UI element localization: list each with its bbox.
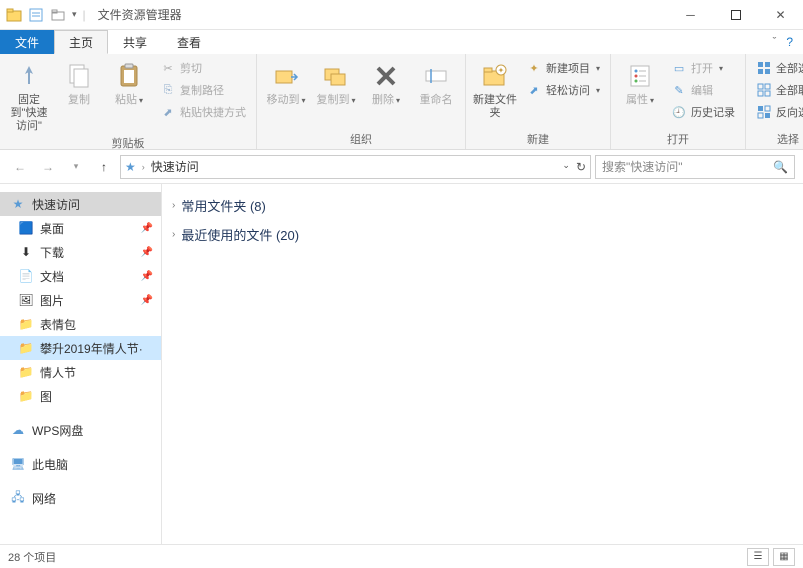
- pasteshortcut-button[interactable]: ⬈粘贴快捷方式: [156, 102, 250, 122]
- main-area: ★ 快速访问 🟦桌面📌⬇下载📌📄文档📌🖼图片📌📁表情包📁攀升2019年情人节·📁…: [0, 184, 803, 544]
- maximize-button[interactable]: [713, 0, 758, 30]
- ribbon: 固定到"快速访问" 复制 粘贴▾ ✂剪切 ⎘复制路径 ⬈粘贴快捷方式 剪贴板 移…: [0, 54, 803, 150]
- ribbon-tabs: 文件 主页 共享 查看 ˇ ?: [0, 30, 803, 54]
- paste-button[interactable]: 粘贴▾: [106, 58, 152, 107]
- moveto-button[interactable]: 移动到▾: [263, 58, 309, 107]
- tab-home[interactable]: 主页: [54, 30, 108, 54]
- group-clipboard: 固定到"快速访问" 复制 粘贴▾ ✂剪切 ⎘复制路径 ⬈粘贴快捷方式 剪贴板: [0, 54, 257, 149]
- folder-icon: 📄: [18, 268, 34, 284]
- tab-view[interactable]: 查看: [162, 30, 216, 54]
- pc-icon: 🖥: [10, 456, 26, 472]
- search-icon[interactable]: 🔍: [773, 160, 788, 174]
- sidebar-item[interactable]: 📄文档📌: [0, 264, 161, 288]
- pin-icon: 📌: [141, 295, 153, 306]
- selectnone-button[interactable]: 全部取消: [752, 80, 803, 100]
- sidebar-item[interactable]: 🟦桌面📌: [0, 216, 161, 240]
- app-icon: [6, 7, 22, 23]
- star-icon: ★: [10, 196, 26, 212]
- address-dropdown-icon[interactable]: ⌄: [562, 160, 570, 174]
- search-input[interactable]: 搜索"快速访问" 🔍: [595, 155, 795, 179]
- sidebar-item[interactable]: 🖼图片📌: [0, 288, 161, 312]
- qat-properties-icon[interactable]: [28, 7, 44, 23]
- copypath-button[interactable]: ⎘复制路径: [156, 80, 250, 100]
- delete-button[interactable]: 删除▾: [363, 58, 409, 107]
- rename-button[interactable]: 重命名: [413, 58, 459, 107]
- ribbon-collapse-icon[interactable]: ˇ: [773, 36, 777, 48]
- sidebar-wps[interactable]: ☁ WPS网盘: [0, 418, 161, 442]
- nav-back-button[interactable]: ←: [8, 155, 32, 179]
- title-bar: ▾ | 文件资源管理器 ─ ✕: [0, 0, 803, 30]
- cut-button[interactable]: ✂剪切: [156, 58, 250, 78]
- address-box[interactable]: ★ › 快速访问 ⌄ ↻: [120, 155, 591, 179]
- group-select: 全部选择 全部取消 反向选择 选择: [746, 54, 803, 149]
- pin-icon: 📌: [141, 271, 153, 282]
- folder-icon: 📁: [18, 340, 34, 356]
- selectall-button[interactable]: 全部选择: [752, 58, 803, 78]
- help-icon[interactable]: ?: [786, 35, 793, 49]
- minimize-button[interactable]: ─: [668, 0, 713, 30]
- folder-icon: 📁: [18, 364, 34, 380]
- quickaccess-star-icon: ★: [125, 160, 136, 174]
- status-item-count: 28 个项目: [8, 549, 56, 565]
- navigation-pane: ★ 快速访问 🟦桌面📌⬇下载📌📄文档📌🖼图片📌📁表情包📁攀升2019年情人节·📁…: [0, 184, 162, 544]
- chevron-right-icon: ›: [172, 229, 175, 240]
- cloud-icon: ☁: [10, 422, 26, 438]
- easyaccess-button[interactable]: ⬈轻松访问▾: [522, 80, 604, 100]
- content-pane: › 常用文件夹 (8) › 最近使用的文件 (20): [162, 184, 803, 544]
- refresh-button[interactable]: ↻: [576, 160, 586, 174]
- folder-icon: 🖼: [18, 292, 34, 308]
- group-new: ✦ 新建文件夹 ✦新建项目▾ ⬈轻松访问▾ 新建: [466, 54, 611, 149]
- sidebar-item[interactable]: 📁情人节: [0, 360, 161, 384]
- sidebar-quickaccess[interactable]: ★ 快速访问: [0, 192, 161, 216]
- close-button[interactable]: ✕: [758, 0, 803, 30]
- status-bar: 28 个项目 ☰ ▦: [0, 544, 803, 568]
- pin-icon: 📌: [141, 247, 153, 258]
- pin-icon: 📌: [141, 223, 153, 234]
- properties-button[interactable]: 属性▾: [617, 58, 663, 107]
- nav-forward-button[interactable]: →: [36, 155, 60, 179]
- open-button[interactable]: ▭打开▾: [667, 58, 739, 78]
- group-recent-files[interactable]: › 最近使用的文件 (20): [172, 225, 793, 244]
- invertselect-button[interactable]: 反向选择: [752, 102, 803, 122]
- nav-recent-dropdown[interactable]: ▾: [64, 155, 88, 179]
- view-icons-button[interactable]: ▦: [773, 548, 795, 566]
- sidebar-network[interactable]: 🖧 网络: [0, 486, 161, 510]
- chevron-right-icon: ›: [172, 200, 175, 211]
- copy-button[interactable]: 复制: [56, 58, 102, 107]
- folder-icon: 📁: [18, 316, 34, 332]
- history-button[interactable]: 🕘历史记录: [667, 102, 739, 122]
- folder-icon: 📁: [18, 388, 34, 404]
- sidebar-item[interactable]: ⬇下载📌: [0, 240, 161, 264]
- nav-up-button[interactable]: ↑: [92, 155, 116, 179]
- group-organize: 移动到▾ 复制到▾ 删除▾ 重命名 组织: [257, 54, 466, 149]
- edit-button[interactable]: ✎编辑: [667, 80, 739, 100]
- qat-dropdown-icon[interactable]: ▾: [72, 9, 77, 20]
- sidebar-thispc[interactable]: 🖥 此电脑: [0, 452, 161, 476]
- tab-file[interactable]: 文件: [0, 30, 54, 54]
- group-frequent-folders[interactable]: › 常用文件夹 (8): [172, 196, 793, 215]
- folder-icon: 🟦: [18, 220, 34, 236]
- breadcrumb[interactable]: 快速访问: [151, 158, 199, 175]
- sidebar-item[interactable]: 📁攀升2019年情人节·: [0, 336, 161, 360]
- sidebar-item[interactable]: 📁图: [0, 384, 161, 408]
- address-bar: ← → ▾ ↑ ★ › 快速访问 ⌄ ↻ 搜索"快速访问" 🔍: [0, 150, 803, 184]
- tab-share[interactable]: 共享: [108, 30, 162, 54]
- view-details-button[interactable]: ☰: [747, 548, 769, 566]
- pin-quickaccess-button[interactable]: 固定到"快速访问": [6, 58, 52, 133]
- qat-newfolder-icon[interactable]: [50, 7, 66, 23]
- svg-text:✦: ✦: [498, 66, 505, 75]
- sidebar-item[interactable]: 📁表情包: [0, 312, 161, 336]
- folder-icon: ⬇: [18, 244, 34, 260]
- newfolder-button[interactable]: ✦ 新建文件夹: [472, 58, 518, 120]
- newitem-button[interactable]: ✦新建项目▾: [522, 58, 604, 78]
- network-icon: 🖧: [10, 490, 26, 506]
- copyto-button[interactable]: 复制到▾: [313, 58, 359, 107]
- group-open: 属性▾ ▭打开▾ ✎编辑 🕘历史记录 打开: [611, 54, 746, 149]
- window-title: 文件资源管理器: [98, 6, 182, 23]
